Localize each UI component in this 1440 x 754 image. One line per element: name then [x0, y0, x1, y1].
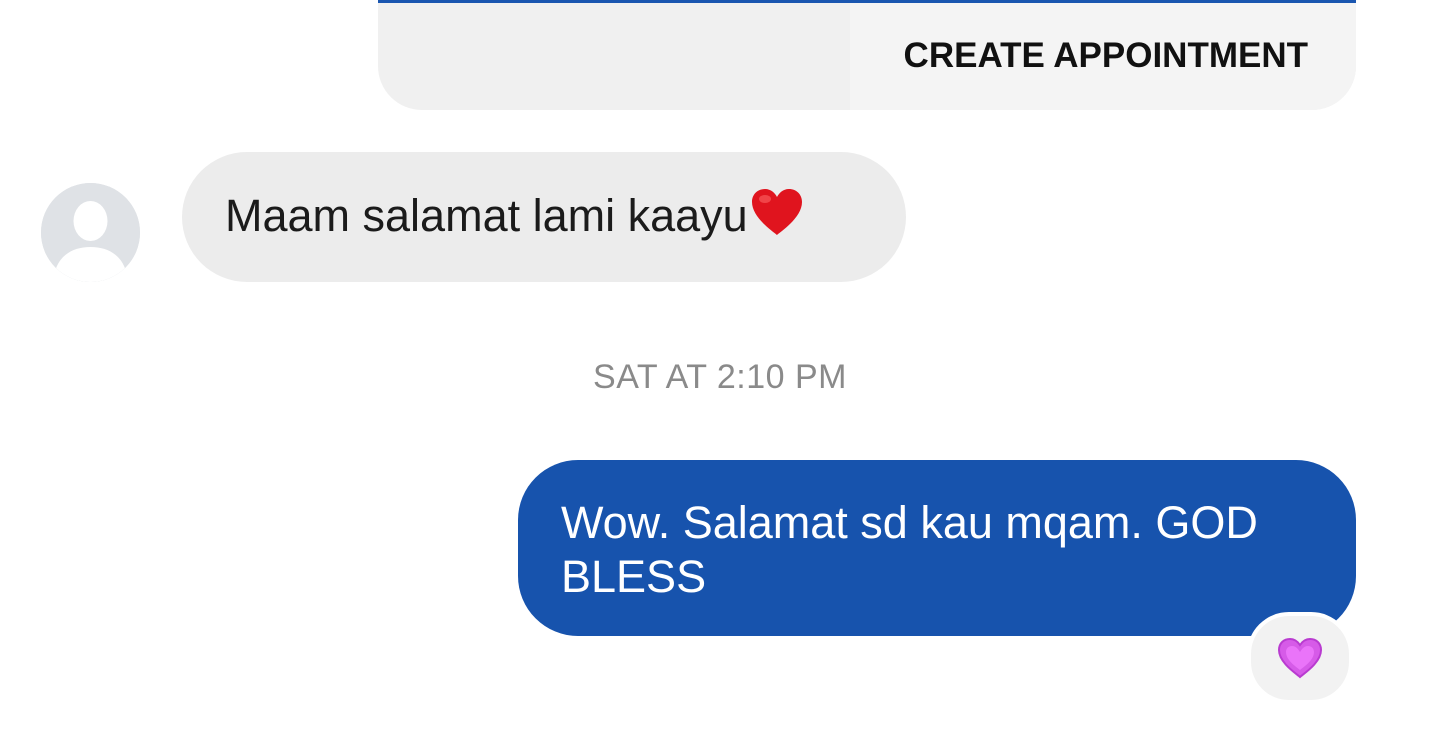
outgoing-message-text: Wow. Salamat sd kau mqam. GOD BLESS [561, 497, 1258, 602]
incoming-message-body: Maam salamat lami kaayu [225, 189, 748, 241]
message-reaction[interactable] [1251, 616, 1349, 700]
message-timestamp: SAT AT 2:10 PM [0, 358, 1440, 397]
default-person-icon [41, 183, 140, 282]
create-appointment-button[interactable]: CREATE APPOINTMENT [904, 34, 1308, 78]
timestamp-text: SAT AT 2:10 PM [593, 358, 847, 396]
incoming-message-bubble[interactable]: Maam salamat lami kaayu [182, 152, 906, 282]
avatar[interactable] [41, 183, 140, 282]
incoming-message-text: Maam salamat lami kaayu [225, 187, 804, 248]
red-heart-icon [750, 187, 804, 248]
outgoing-message-bubble[interactable]: Wow. Salamat sd kau mqam. GOD BLESS [518, 460, 1356, 636]
purple-heart-icon [1277, 637, 1323, 679]
appointment-card: CREATE APPOINTMENT [378, 0, 1356, 110]
chat-screen: CREATE APPOINTMENT Maam salamat lami kaa… [0, 0, 1440, 754]
